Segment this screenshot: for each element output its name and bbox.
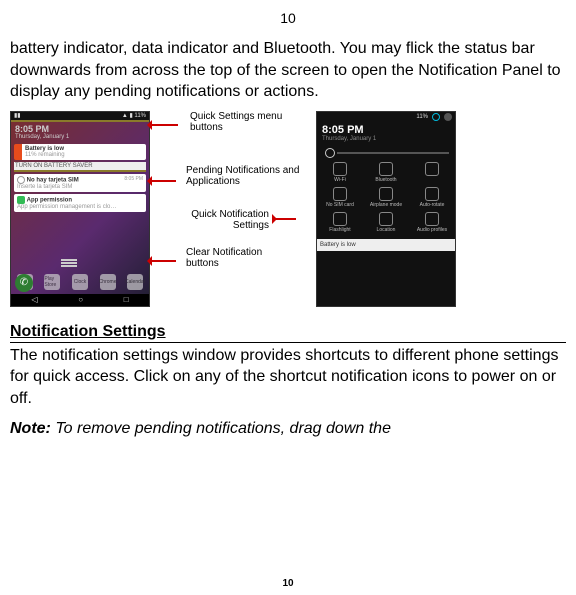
section-heading: Notification Settings <box>10 323 566 343</box>
tile-flashlight[interactable]: Flashlight <box>317 212 363 233</box>
dock-app[interactable]: Play Store <box>44 274 60 290</box>
flashlight-icon <box>333 212 347 226</box>
sim-title: No hay tarjeta SIM <box>27 177 79 183</box>
page-number-bottom: 10 <box>0 578 576 589</box>
panel-header-2: 8:05 PM Thursday, January 1 <box>317 122 455 144</box>
labels-column: Quick Settings menu buttons Pending Noti… <box>156 111 306 319</box>
quick-settings-grid: Wi-Fi Bluetooth No SIM card Airplane mod… <box>317 158 455 239</box>
tile-audio[interactable]: Audio profiles <box>409 212 455 233</box>
back-icon[interactable]: ◁ <box>31 295 37 304</box>
app-sub: App permission management is clo… <box>17 204 143 210</box>
date-text-2: Thursday, January 1 <box>322 136 450 142</box>
label-quick-notification-settings: Quick Notification Settings <box>174 209 269 232</box>
app-title: App permission <box>27 197 72 203</box>
location-icon <box>379 212 393 226</box>
label-quick-settings-menu: Quick Settings menu buttons <box>190 111 300 134</box>
airplane-icon <box>379 187 393 201</box>
nav-bar: ◁ ○ □ <box>11 294 149 306</box>
page-number-top: 10 <box>10 10 566 26</box>
recents-icon[interactable]: □ <box>124 295 129 304</box>
date-text: Thursday, January 1 <box>15 134 145 140</box>
status-bar: ▮▮▲ ▮ 11% <box>11 112 149 122</box>
figure-row: ▮▮▲ ▮ 11% 8:05 PM Thursday, January 1 Ba… <box>10 111 566 319</box>
tile-bluetooth[interactable]: Bluetooth <box>363 162 409 183</box>
tile-location[interactable]: Location <box>363 212 409 233</box>
brightness-slider[interactable] <box>323 150 449 156</box>
sim-time: 8:05 PM <box>124 176 143 182</box>
label-clear-notification: Clear Notification buttons <box>186 247 296 270</box>
signal-icon <box>333 187 347 201</box>
battery-sub: 11% remaining <box>25 152 143 158</box>
tile-sim[interactable]: No SIM card <box>317 187 363 208</box>
label-pending-notifications: Pending Notifications and Applications <box>186 165 301 188</box>
dnd-icon <box>425 162 439 176</box>
brightness-icon <box>325 148 335 158</box>
clear-all-icon[interactable] <box>61 262 77 264</box>
tile-airplane[interactable]: Airplane mode <box>363 187 409 208</box>
battery-saver-link[interactable]: TURN ON BATTERY SAVER <box>14 162 146 172</box>
dock-app[interactable]: Chrome <box>100 274 116 290</box>
tile-rotate[interactable]: Auto-rotate <box>409 187 455 208</box>
phone2-screen: 11% 8:05 PM Thursday, January 1 Wi-Fi Bl… <box>316 111 456 307</box>
battery-low-card[interactable]: Battery is low <box>317 239 455 251</box>
section-body: The notification settings window provide… <box>10 345 566 410</box>
bluetooth-icon <box>379 162 393 176</box>
note-label: Note: <box>10 420 51 437</box>
phone-fab[interactable]: ✆ <box>15 274 33 292</box>
intro-paragraph: battery indicator, data indicator and Bl… <box>10 38 566 103</box>
dock-app[interactable]: Clock <box>72 274 88 290</box>
status-bar-2: 11% <box>317 112 455 122</box>
note-line: Note: To remove pending notifications, d… <box>10 418 566 440</box>
audio-icon <box>425 212 439 226</box>
home-icon[interactable]: ○ <box>78 295 83 304</box>
time-text: 8:05 PM <box>15 124 145 134</box>
time-text-2: 8:05 PM <box>322 124 450 136</box>
tile-wifi[interactable]: Wi-Fi <box>317 162 363 183</box>
dock-app[interactable]: Calendar <box>127 274 143 290</box>
phone-right: 11% 8:05 PM Thursday, January 1 Wi-Fi Bl… <box>316 111 456 307</box>
sim-sub: Inserte la tarjeta SIM <box>17 184 143 190</box>
tile-empty[interactable] <box>409 162 455 183</box>
wifi-icon <box>333 162 347 176</box>
battery-card[interactable]: Battery is low 11% remaining <box>14 144 146 160</box>
app-perm-card[interactable]: App permission App permission management… <box>14 194 146 212</box>
user-icon[interactable] <box>444 113 452 121</box>
gear-icon[interactable] <box>432 113 440 121</box>
phone1-screen: ▮▮▲ ▮ 11% 8:05 PM Thursday, January 1 Ba… <box>10 111 150 307</box>
phone-left: ▮▮▲ ▮ 11% 8:05 PM Thursday, January 1 Ba… <box>10 111 150 307</box>
rotate-icon <box>425 187 439 201</box>
battery-pct: 11% <box>416 114 428 120</box>
note-body: To remove pending notifications, drag do… <box>51 420 391 437</box>
shield-icon <box>17 196 25 204</box>
sim-icon <box>17 176 25 184</box>
panel-header: 8:05 PM Thursday, January 1 <box>11 122 149 142</box>
sim-card[interactable]: No hay tarjeta SIM 8:05 PM Inserte la ta… <box>14 174 146 192</box>
